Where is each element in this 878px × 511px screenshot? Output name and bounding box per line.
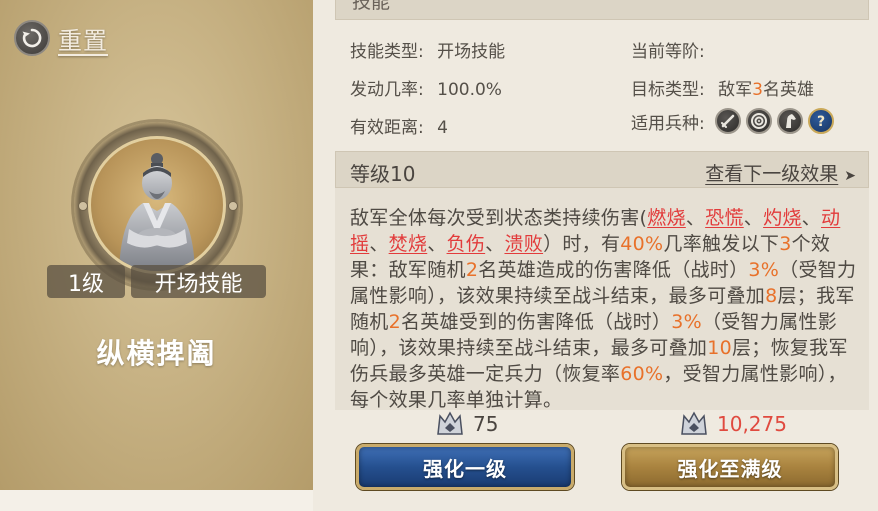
level-bar: 等级10 查看下一级效果 ➤ xyxy=(335,151,869,188)
reset-button[interactable]: 重置 xyxy=(14,20,108,56)
desc-text: 名英雄造成的伤害降低（战时） xyxy=(478,259,749,281)
desc-number: 40% xyxy=(620,233,664,255)
skill-description: 敌军全体每次受到状态类持续伤害(燃烧、恐慌、灼烧、动摇、焚烧、负伤、溃败）时，有… xyxy=(350,205,860,413)
status-link-rout[interactable]: 溃败 xyxy=(504,233,543,255)
sword-icon[interactable] xyxy=(714,108,741,134)
skill-type-row: 技能类型: 开场技能 xyxy=(350,37,505,62)
target-type-label: 目标类型: xyxy=(631,80,705,100)
desc-number: 3 xyxy=(779,233,792,255)
rank-row: 当前等阶: xyxy=(631,37,705,62)
level-title: 等级10 xyxy=(350,162,416,186)
target-type-prefix: 敌军 xyxy=(718,80,753,100)
desc-number: 60% xyxy=(620,363,664,385)
section-header-title: 技能 xyxy=(352,0,391,13)
skill-portrait-panel: 重置 1级 开场技能 纵横捭阖 xyxy=(0,0,313,490)
status-link-scorch[interactable]: 灼烧 xyxy=(763,207,802,229)
reset-icon xyxy=(14,20,50,56)
trigger-rate-row: 发动几率: 100.0% xyxy=(350,75,502,100)
max-upgrade-cost-value: 10,275 xyxy=(717,412,787,436)
desc-number: 2 xyxy=(465,259,479,281)
range-value: 4 xyxy=(437,118,448,138)
section-header: 技能 xyxy=(335,0,869,20)
upgrade-to-max-button[interactable]: 强化至满级 xyxy=(622,444,838,490)
desc-number: 2 xyxy=(388,311,401,333)
status-link-blaze[interactable]: 焚烧 xyxy=(389,233,428,255)
skill-name: 纵横捭阖 xyxy=(96,337,217,370)
range-row: 有效距离: 4 xyxy=(350,113,448,138)
question-icon[interactable]: ? xyxy=(807,108,834,134)
target-type-row: 目标类型: 敌军3名英雄 xyxy=(631,75,814,100)
target-type-count: 3 xyxy=(752,80,763,100)
reset-label: 重置 xyxy=(58,26,108,55)
desc-text: 、 xyxy=(427,233,447,255)
skill-type-value: 开场技能 xyxy=(437,42,506,62)
range-label: 有效距离: xyxy=(350,118,424,138)
helmet-token-icon xyxy=(681,411,707,435)
skill-type-badge: 开场技能 xyxy=(131,265,266,298)
desc-number: 8 xyxy=(765,285,778,307)
frame-dot xyxy=(228,201,238,211)
desc-text: 、 xyxy=(485,233,505,255)
desc-text: 敌军全体每次受到状态类持续伤害( xyxy=(350,207,648,229)
advisor-figure-image xyxy=(88,136,226,274)
upgrade-one-level-button[interactable]: 强化一级 xyxy=(356,444,574,490)
horse-icon[interactable] xyxy=(776,108,803,134)
unit-types-row: 适用兵种: ? xyxy=(631,108,839,134)
frame-dot xyxy=(78,201,88,211)
upgrade-cost: 75 xyxy=(435,410,498,438)
desc-text: 几率触发以下 xyxy=(663,233,780,255)
skill-portrait xyxy=(74,122,240,288)
target-type-suffix: 名英雄 xyxy=(762,80,814,100)
desc-text: 名英雄受到的伤害降低（战时） xyxy=(401,311,672,333)
next-level-link-label: 查看下一级效果 xyxy=(705,163,839,185)
trigger-rate-label: 发动几率: xyxy=(350,80,424,100)
trigger-rate-value: 100.0% xyxy=(437,80,502,100)
description-box: 敌军全体每次受到状态类持续伤害(燃烧、恐慌、灼烧、动摇、焚烧、负伤、溃败）时，有… xyxy=(335,188,869,413)
left-footer-strip xyxy=(0,490,313,511)
desc-text: 、 xyxy=(369,233,389,255)
next-level-link[interactable]: 查看下一级效果 ➤ xyxy=(705,159,856,186)
status-link-panic[interactable]: 恐慌 xyxy=(705,207,744,229)
skill-level-badge: 1级 xyxy=(47,265,125,298)
rank-label: 当前等阶: xyxy=(631,42,705,62)
max-upgrade-cost: 10,275 xyxy=(679,410,787,438)
status-link-wound[interactable]: 负伤 xyxy=(447,233,486,255)
chevron-right-icon: ➤ xyxy=(844,168,856,184)
desc-text: 、 xyxy=(801,207,821,229)
unit-types-label: 适用兵种: xyxy=(631,113,705,134)
status-link-burn[interactable]: 燃烧 xyxy=(647,207,686,229)
upgrade-cost-value: 75 xyxy=(473,412,499,436)
helmet-token-icon xyxy=(437,411,463,435)
desc-text: 、 xyxy=(685,207,706,229)
desc-number: 3% xyxy=(671,311,702,333)
target-icon[interactable] xyxy=(745,108,772,134)
desc-number: 10 xyxy=(707,337,732,359)
desc-text: ）时，有 xyxy=(543,233,621,255)
desc-text: 、 xyxy=(743,207,764,229)
svg-text:?: ? xyxy=(817,114,825,130)
skill-detail-panel: 技能 技能类型: 开场技能 当前等阶: 发动几率: 100.0% 目标类型: 敌… xyxy=(313,0,878,511)
desc-number: 3% xyxy=(748,259,780,281)
skill-type-label: 技能类型: xyxy=(350,42,424,62)
